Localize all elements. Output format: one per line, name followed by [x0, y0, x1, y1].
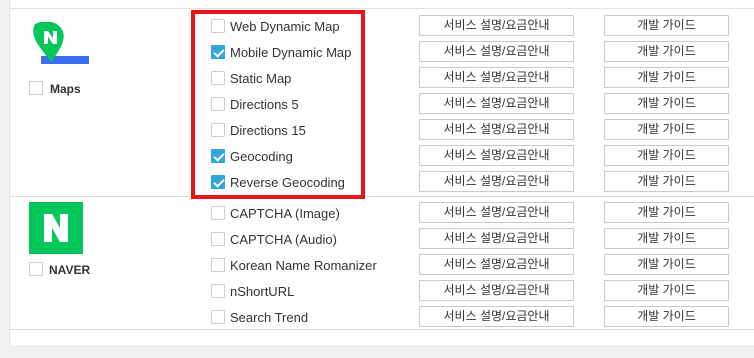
- developer-guide-button[interactable]: 개발 가이드: [604, 119, 729, 140]
- service-description-button[interactable]: 서비스 설명/요금안내: [419, 15, 574, 36]
- service-checkbox[interactable]: [211, 258, 225, 272]
- service-row: nShortURL 서비스 설명/요금안내 개발 가이드: [0, 278, 754, 304]
- service-row: CAPTCHA (Audio) 서비스 설명/요금안내 개발 가이드: [0, 226, 754, 252]
- service-label: Search Trend: [230, 310, 309, 325]
- service-row: Static Map 서비스 설명/요금안내 개발 가이드: [0, 65, 754, 91]
- developer-guide-button[interactable]: 개발 가이드: [604, 254, 729, 275]
- developer-guide-button[interactable]: 개발 가이드: [604, 171, 729, 192]
- service-checkbox[interactable]: [211, 284, 225, 298]
- service-description-button[interactable]: 서비스 설명/요금안내: [419, 119, 574, 140]
- product-divider: [9, 196, 754, 197]
- developer-guide-button[interactable]: 개발 가이드: [604, 145, 729, 166]
- service-label: nShortURL: [230, 284, 295, 299]
- service-description-button[interactable]: 서비스 설명/요금안내: [419, 228, 574, 249]
- service-description-button[interactable]: 서비스 설명/요금안내: [419, 254, 574, 275]
- service-description-button[interactable]: 서비스 설명/요금안내: [419, 171, 574, 192]
- service-label: CAPTCHA (Audio): [230, 232, 337, 247]
- service-row: Geocoding 서비스 설명/요금안내 개발 가이드: [0, 143, 754, 169]
- service-row: Search Trend 서비스 설명/요금안내 개발 가이드: [0, 304, 754, 330]
- service-row: Directions 5 서비스 설명/요금안내 개발 가이드: [0, 91, 754, 117]
- service-row: Directions 15 서비스 설명/요금안내 개발 가이드: [0, 117, 754, 143]
- highlight-box: [191, 10, 365, 199]
- service-row: Web Dynamic Map 서비스 설명/요금안내 개발 가이드: [0, 13, 754, 39]
- service-checkbox[interactable]: [211, 232, 225, 246]
- service-description-button[interactable]: 서비스 설명/요금안내: [419, 93, 574, 114]
- service-row: Mobile Dynamic Map 서비스 설명/요금안내 개발 가이드: [0, 39, 754, 65]
- service-description-button[interactable]: 서비스 설명/요금안내: [419, 145, 574, 166]
- service-label: CAPTCHA (Image): [230, 206, 340, 221]
- service-description-button[interactable]: 서비스 설명/요금안내: [419, 306, 574, 327]
- developer-guide-button[interactable]: 개발 가이드: [604, 306, 729, 327]
- top-divider: [9, 8, 754, 9]
- developer-guide-button[interactable]: 개발 가이드: [604, 202, 729, 223]
- service-label: Korean Name Romanizer: [230, 258, 377, 273]
- developer-guide-button[interactable]: 개발 가이드: [604, 41, 729, 62]
- service-checkbox[interactable]: [211, 206, 225, 220]
- service-description-button[interactable]: 서비스 설명/요금안내: [419, 202, 574, 223]
- service-row: Korean Name Romanizer 서비스 설명/요금안내 개발 가이드: [0, 252, 754, 278]
- developer-guide-button[interactable]: 개발 가이드: [604, 67, 729, 88]
- service-description-button[interactable]: 서비스 설명/요금안내: [419, 67, 574, 88]
- service-row: CAPTCHA (Image) 서비스 설명/요금안내 개발 가이드: [0, 200, 754, 226]
- developer-guide-button[interactable]: 개발 가이드: [604, 280, 729, 301]
- developer-guide-button[interactable]: 개발 가이드: [604, 93, 729, 114]
- developer-guide-button[interactable]: 개발 가이드: [604, 15, 729, 36]
- service-checkbox[interactable]: [211, 310, 225, 324]
- developer-guide-button[interactable]: 개발 가이드: [604, 228, 729, 249]
- service-description-button[interactable]: 서비스 설명/요금안내: [419, 280, 574, 301]
- service-row: Reverse Geocoding 서비스 설명/요금안내 개발 가이드: [0, 169, 754, 195]
- service-description-button[interactable]: 서비스 설명/요금안내: [419, 41, 574, 62]
